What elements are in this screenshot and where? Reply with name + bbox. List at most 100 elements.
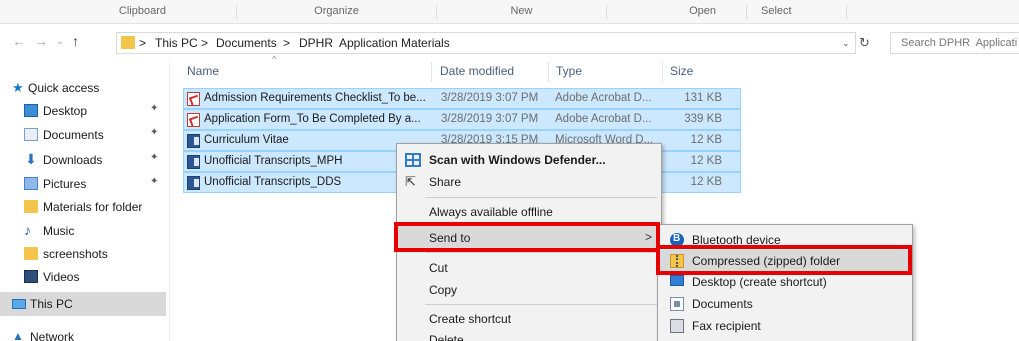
ribbon-group-organize: Organize [237,5,437,19]
ribbon-group-new: New [437,5,607,19]
nav-item-label: Music [43,224,75,238]
breadcrumb-separator[interactable]: > [283,36,290,50]
menu-item-label: Delete [429,333,464,341]
nav-item-label: Network [30,330,75,341]
downloads-icon: ⬇ [25,151,37,167]
menu-item-delete[interactable]: Delete [397,328,661,341]
breadcrumb-documents[interactable]: Documents [216,36,277,50]
menu-item-label: Always available offline [429,205,553,219]
nav-item-quick-access[interactable]: ★ Quick access [0,76,166,100]
address-dropdown-icon[interactable]: ⌄ [842,38,850,49]
send-to-desktop-shortcut[interactable]: Desktop (create shortcut) [658,271,912,293]
menu-item-label: Create shortcut [429,312,512,326]
column-header-size[interactable]: Size [670,64,693,80]
forward-arrow-icon[interactable]: → [34,33,48,49]
word-icon [187,155,200,169]
nav-item-documents[interactable]: Documents ✦ [0,123,166,147]
context-menu: Scan with Windows Defender... ⇱ Share Al… [396,143,662,341]
nav-item-label: Quick access [28,81,100,95]
submenu-item-label: Compressed (zipped) folder [692,254,841,268]
nav-item-label: This PC [30,297,73,311]
star-icon: ★ [12,80,24,95]
breadcrumb-this-pc[interactable]: This PC [155,36,198,50]
file-size: 131 KB [684,92,722,104]
ribbon-group-labels: Clipboard Organize New Open Select [0,0,1019,24]
ribbon-group-select: Select [747,5,847,19]
pictures-icon [24,177,38,190]
folder-icon [24,200,38,213]
menu-item-send-to[interactable]: Send to > [397,226,661,250]
back-arrow-icon[interactable]: ← [12,33,26,49]
nav-item-screenshots[interactable]: screenshots [0,242,166,266]
nav-item-materials-for-folder[interactable]: Materials for folder [0,195,166,219]
word-icon [187,176,200,190]
recent-locations-chevron-icon[interactable]: ⌄ [56,36,64,47]
share-icon: ⇱ [405,174,416,189]
nav-item-videos[interactable]: Videos [0,265,166,289]
breadcrumb-separator[interactable]: > [139,36,146,50]
folder-icon [24,247,38,260]
up-arrow-icon[interactable]: ↑ [72,33,79,49]
column-header-name[interactable]: Name [187,64,219,80]
nav-item-label: Desktop [43,104,88,118]
nav-item-pictures[interactable]: Pictures ✦ [0,172,166,196]
send-to-fax-recipient[interactable]: Fax recipient [658,315,912,337]
pin-icon[interactable]: ✦ [150,176,158,187]
menu-item-share[interactable]: ⇱ Share [397,170,661,194]
file-row[interactable]: Admission Requirements Checklist_To be..… [183,88,741,109]
pin-icon[interactable]: ✦ [150,127,158,138]
desktop-icon [670,275,684,286]
nav-item-network[interactable]: ▲ Network [0,325,166,341]
send-to-documents[interactable]: Documents [658,293,912,315]
menu-item-always-available-offline[interactable]: Always available offline [397,200,661,224]
this-pc-icon [12,299,26,309]
column-divider[interactable] [548,62,549,82]
address-bar[interactable]: > This PC > Documents > DPHR Application… [116,32,856,54]
menu-separator [425,197,657,198]
file-date: 3/28/2019 3:07 PM [441,113,539,125]
nav-item-label: Downloads [43,153,103,167]
nav-item-downloads[interactable]: ⬇ Downloads ✦ [0,148,166,172]
menu-item-copy[interactable]: Copy [397,278,661,302]
nav-item-label: Materials for folder [43,200,143,214]
breadcrumb-separator[interactable]: > [201,36,208,50]
submenu-item-label: Fax recipient [692,319,761,333]
breadcrumb-current-folder[interactable]: DPHR Application Materials [299,36,450,50]
file-type: Adobe Acrobat D... [555,113,652,125]
send-to-compressed-folder[interactable]: Compressed (zipped) folder [658,250,912,272]
column-header-type[interactable]: Type [556,64,582,80]
file-row[interactable]: Application Form_To Be Completed By a...… [183,109,741,130]
submenu-item-label: Desktop (create shortcut) [692,275,827,289]
file-size: 12 KB [690,134,722,146]
nav-item-label: Pictures [43,177,87,191]
folder-icon [121,36,135,49]
menu-item-label: Scan with Windows Defender... [429,153,606,167]
send-to-bluetooth[interactable]: Bluetooth device [658,229,912,251]
column-header-date-modified[interactable]: Date modified [440,64,514,80]
windows-defender-icon [405,153,421,167]
word-icon [187,134,200,148]
menu-item-scan-defender[interactable]: Scan with Windows Defender... [397,148,661,172]
menu-item-label: Cut [429,261,448,275]
pin-icon[interactable]: ✦ [150,152,158,163]
nav-item-desktop[interactable]: Desktop ✦ [0,99,166,123]
file-name: Admission Requirements Checklist_To be..… [204,92,426,104]
documents-icon [670,297,684,311]
nav-item-music[interactable]: ♪ Music [0,219,166,243]
refresh-icon[interactable]: ↻ [859,35,870,51]
ribbon-group-open: Open [607,5,747,19]
fax-icon [670,319,684,333]
pin-icon[interactable]: ✦ [150,103,158,114]
file-name: Application Form_To Be Completed By a... [204,113,421,125]
menu-item-cut[interactable]: Cut [397,256,661,280]
zip-folder-icon [670,254,684,268]
videos-icon [24,270,38,283]
nav-item-label: Documents [43,128,104,142]
file-size: 339 KB [684,113,722,125]
column-divider[interactable] [662,62,663,82]
desktop-icon [24,104,38,117]
column-divider[interactable] [431,62,432,82]
menu-separator [425,252,657,253]
search-input[interactable]: Search DPHR Applicati [890,32,1019,54]
nav-item-this-pc[interactable]: This PC [0,292,166,316]
